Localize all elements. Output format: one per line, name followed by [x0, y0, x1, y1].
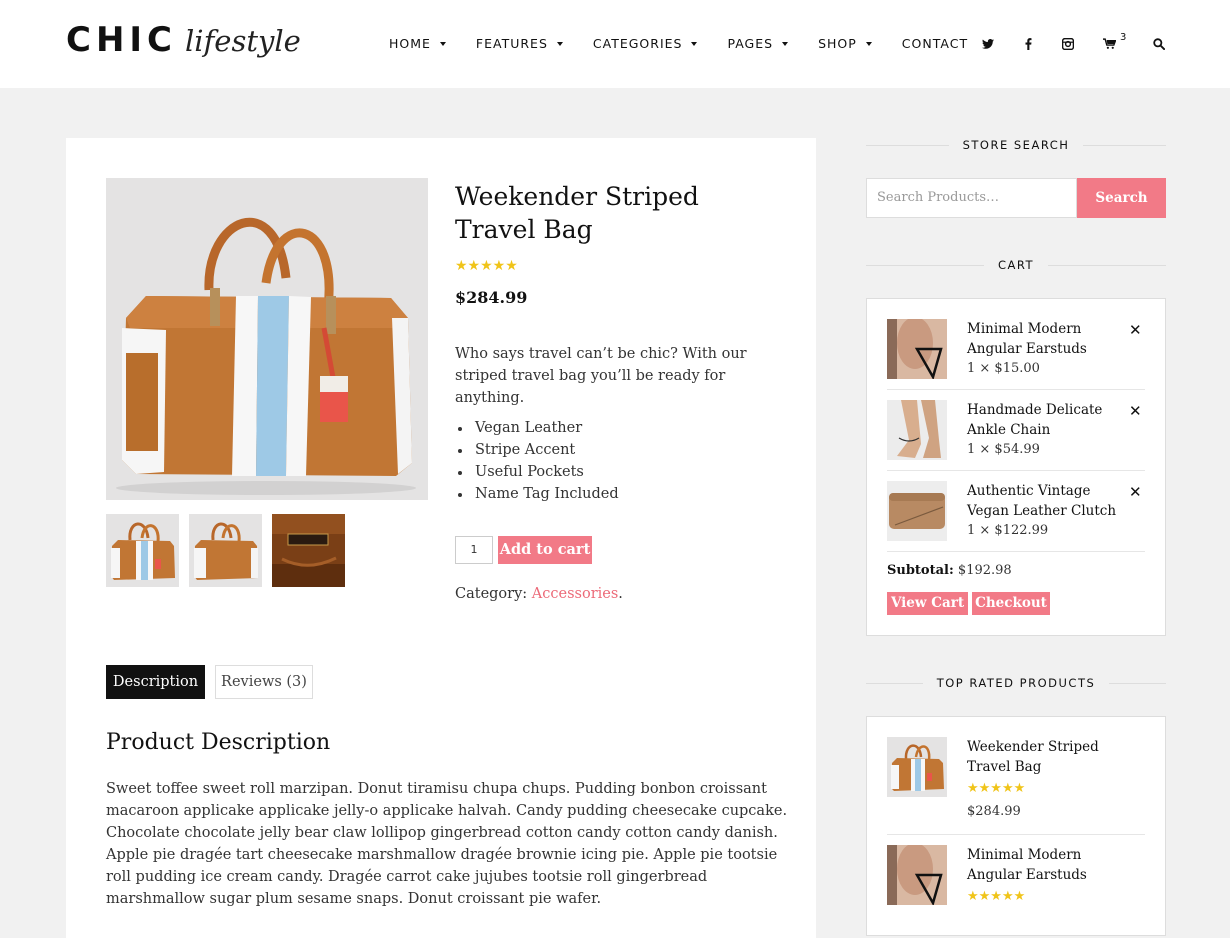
widget-title-text: CART	[997, 258, 1035, 272]
checkout-button[interactable]: Checkout	[972, 592, 1050, 615]
nav-item-contact[interactable]: CONTACT	[902, 36, 968, 51]
main-nav: HOME FEATURES CATEGORIES PAGES SHOP CONT…	[389, 36, 968, 51]
category-link[interactable]: Accessories	[532, 586, 619, 602]
search-icon[interactable]	[1151, 36, 1167, 52]
rating-stars: ★★★★★	[967, 781, 1026, 796]
category-suffix: .	[618, 586, 623, 602]
rating-stars: ★★★★★	[455, 258, 518, 274]
rating-stars: ★★★★★	[967, 889, 1026, 904]
product-title: Weekender Striped Travel Bag	[455, 182, 699, 244]
divider	[887, 389, 1145, 390]
facebook-icon[interactable]	[1020, 36, 1036, 52]
chevron-down-icon	[691, 41, 698, 46]
view-cart-button[interactable]: View Cart	[887, 592, 968, 615]
nav-item-home[interactable]: HOME	[389, 36, 446, 51]
list-item: Vegan Leather	[455, 417, 619, 439]
logo-tagline: lifestyle	[185, 24, 301, 58]
nav-label: SHOP	[818, 36, 857, 51]
divider	[887, 551, 1145, 552]
chevron-down-icon	[556, 41, 563, 46]
chevron-down-icon	[439, 41, 446, 46]
quantity-input[interactable]: 1	[455, 536, 493, 564]
cart-item-thumbnail[interactable]	[887, 400, 947, 460]
add-to-cart-button[interactable]: Add to cart	[498, 536, 592, 564]
tab-reviews[interactable]: Reviews (3)	[215, 665, 313, 699]
tab-description[interactable]: Description	[106, 665, 205, 699]
top-rated-price: $284.99	[967, 804, 1021, 819]
divider	[866, 264, 984, 266]
store-search-title: STORE SEARCH	[866, 137, 1167, 153]
list-item: Stripe Accent	[455, 439, 619, 461]
list-item: Useful Pockets	[455, 461, 619, 483]
product-short-description: Who says travel can’t be chic? With our …	[455, 346, 747, 406]
divider	[1083, 144, 1167, 146]
product-main-image[interactable]	[106, 178, 428, 500]
site-header: CHIC lifestyle HOME FEATURES CATEGORIES …	[0, 0, 1230, 88]
top-rated-thumbnail[interactable]	[887, 737, 947, 797]
product-category: Category: Accessories.	[455, 586, 623, 602]
top-rated-name[interactable]: Weekender Striped Travel Bag	[967, 737, 1117, 777]
widget-title-text: STORE SEARCH	[962, 138, 1070, 152]
widget-title-text: TOP RATED PRODUCTS	[936, 676, 1096, 690]
divider	[887, 470, 1145, 471]
close-icon[interactable]: ✕	[1129, 402, 1142, 420]
search-button[interactable]: Search	[1077, 178, 1166, 218]
nav-label: FEATURES	[475, 36, 548, 51]
category-label: Category:	[455, 586, 528, 602]
description-body: Sweet toffee sweet roll marzipan. Donut …	[106, 781, 788, 907]
cart-item-name[interactable]: Handmade Delicate Ankle Chain	[967, 400, 1117, 440]
logo-wordmark: CHIC	[66, 20, 178, 60]
instagram-icon[interactable]	[1060, 36, 1076, 52]
cart-icon[interactable]	[1101, 36, 1117, 52]
cart-subtotal: Subtotal: $192.98	[887, 563, 1012, 578]
feature-list: Vegan Leather Stripe Accent Useful Pocke…	[455, 417, 619, 505]
chevron-down-icon	[782, 41, 789, 46]
product-thumbnail[interactable]	[272, 514, 345, 587]
nav-item-pages[interactable]: PAGES	[727, 36, 789, 51]
nav-label: HOME	[389, 36, 431, 51]
cart-item-thumbnail[interactable]	[887, 319, 947, 379]
chevron-down-icon	[865, 41, 872, 46]
search-input[interactable]: Search Products…	[866, 178, 1077, 218]
divider	[887, 834, 1145, 835]
nav-item-categories[interactable]: CATEGORIES	[593, 36, 698, 51]
site-logo[interactable]: CHIC lifestyle	[66, 20, 301, 60]
nav-label: CATEGORIES	[592, 36, 683, 51]
cart-item-thumbnail[interactable]	[887, 481, 947, 541]
subtotal-value: $192.98	[957, 563, 1012, 578]
nav-label: CONTACT	[901, 36, 969, 51]
nav-item-shop[interactable]: SHOP	[818, 36, 872, 51]
divider	[866, 682, 923, 684]
top-rated-title: TOP RATED PRODUCTS	[866, 675, 1167, 691]
twitter-icon[interactable]	[980, 36, 996, 52]
list-item: Name Tag Included	[455, 483, 619, 505]
product-price: $284.99	[455, 288, 528, 307]
cart-item-qty-price: 1 × $122.99	[967, 523, 1049, 538]
cart-item-qty-price: 1 × $54.99	[967, 442, 1040, 457]
nav-item-features[interactable]: FEATURES	[476, 36, 563, 51]
product-thumbnail[interactable]	[106, 514, 179, 587]
top-rated-thumbnail[interactable]	[887, 845, 947, 905]
subtotal-label: Subtotal:	[887, 563, 954, 578]
nav-label: PAGES	[727, 36, 774, 51]
top-rated-name[interactable]: Minimal Modern Angular Earstuds	[967, 845, 1117, 885]
cart-count-badge: 3	[1120, 32, 1127, 43]
cart-title: CART	[866, 257, 1167, 273]
close-icon[interactable]: ✕	[1129, 483, 1142, 501]
divider	[1048, 264, 1167, 266]
divider	[866, 144, 949, 146]
description-heading: Product Description	[106, 730, 331, 755]
cart-item-name[interactable]: Authentic Vintage Vegan Leather Clutch	[967, 481, 1117, 521]
product-thumbnail[interactable]	[189, 514, 262, 587]
cart-item-qty-price: 1 × $15.00	[967, 361, 1040, 376]
divider	[1109, 682, 1167, 684]
cart-item-name[interactable]: Minimal Modern Angular Earstuds	[967, 319, 1117, 359]
close-icon[interactable]: ✕	[1129, 321, 1142, 339]
